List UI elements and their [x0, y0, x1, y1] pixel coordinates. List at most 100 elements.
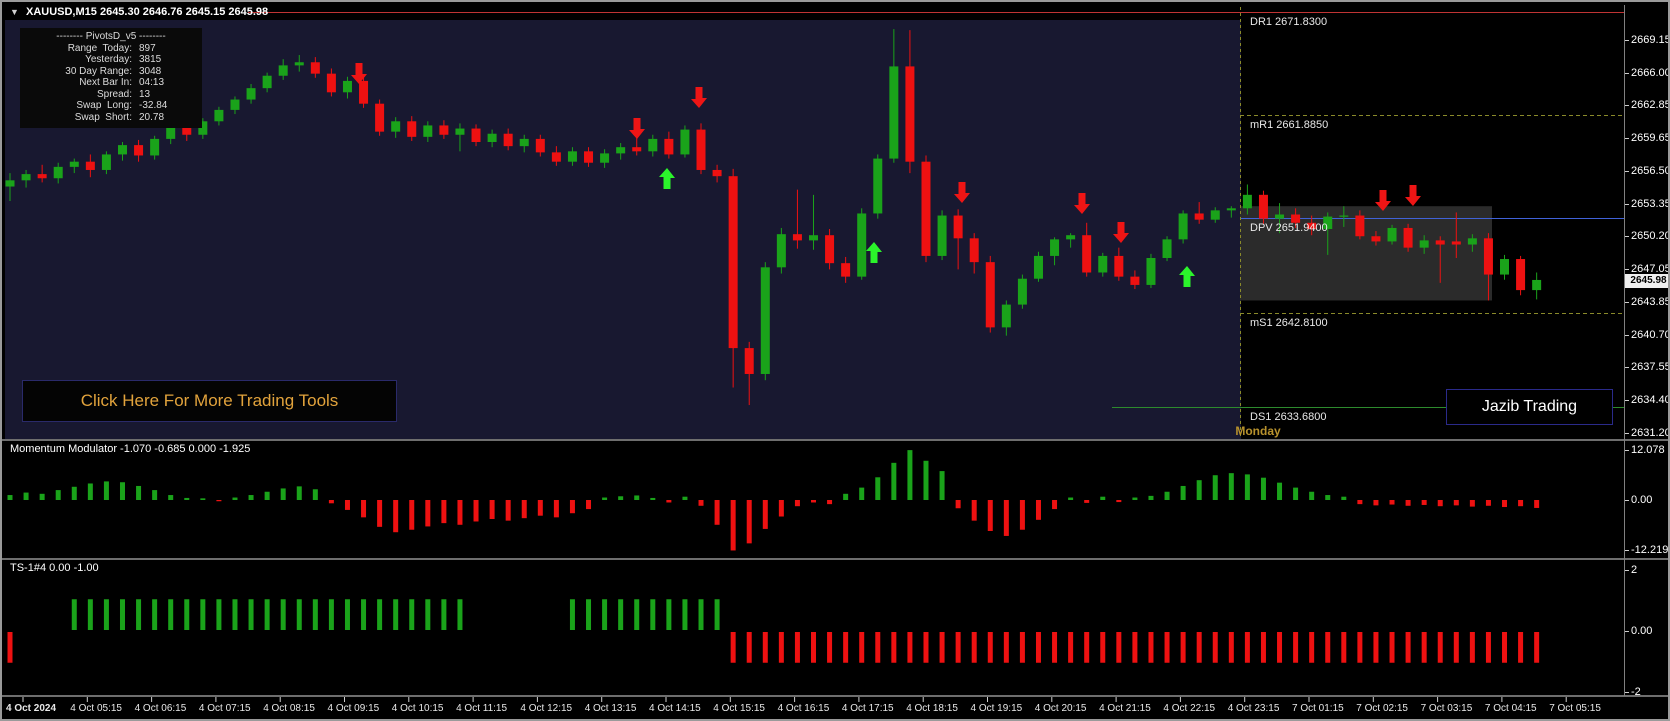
- time-label[interactable]: 4 Oct 09:15: [328, 703, 380, 714]
- momentum-bar: [1502, 500, 1508, 508]
- pivot-label-mr1: mR1 2661.8850: [1250, 118, 1329, 131]
- price-tick-label: 2650.20: [1631, 230, 1670, 242]
- candle-body: [69, 161, 79, 167]
- candle-body: [953, 215, 963, 239]
- price-tick-label: 2659.65: [1631, 132, 1670, 144]
- momentum-bar: [136, 485, 142, 500]
- ts-bar: [1068, 632, 1074, 663]
- symbol-dropdown-icon[interactable]: ▼: [10, 7, 19, 17]
- candle-body: [985, 262, 995, 328]
- time-label[interactable]: 7 Oct 03:15: [1421, 703, 1473, 714]
- time-label[interactable]: 7 Oct 05:15: [1549, 703, 1601, 714]
- trading-tools-banner[interactable]: Click Here For More Trading Tools: [22, 380, 397, 422]
- momentum-bar: [280, 488, 286, 500]
- chart-canvas[interactable]: [2, 2, 1670, 721]
- pane-separator[interactable]: [2, 439, 1668, 441]
- time-label[interactable]: 4 Oct 07:15: [199, 703, 251, 714]
- momentum-bar: [344, 500, 350, 510]
- pivots-panel-title: -------- PivotsD_v5 --------: [56, 31, 166, 42]
- ohlc-values: 2645.30 2646.76 2645.15 2645.98: [99, 6, 269, 18]
- time-label[interactable]: 4 Oct 13:15: [585, 703, 637, 714]
- momentum-bar: [1357, 500, 1363, 505]
- candle-body: [873, 158, 883, 214]
- ts-bar: [1293, 632, 1299, 663]
- momentum-bar: [682, 496, 688, 500]
- pivots-panel-row: 30 Day Range: 3048: [20, 66, 202, 78]
- sell-arrow-icon: [351, 63, 367, 84]
- momentum-bar: [1052, 500, 1058, 510]
- ts-bar: [827, 632, 833, 663]
- candle-body: [1258, 194, 1268, 219]
- candle-body: [1017, 278, 1027, 305]
- ts-bar: [1405, 632, 1411, 663]
- time-label[interactable]: 4 Oct 12:15: [520, 703, 572, 714]
- ts-bar: [409, 599, 415, 630]
- time-label[interactable]: 4 Oct 2024: [6, 703, 56, 714]
- momentum-bar: [473, 500, 479, 522]
- ts-bar: [1325, 632, 1331, 663]
- ts-bar: [1437, 632, 1443, 663]
- price-axis-border: [1624, 5, 1625, 696]
- time-label[interactable]: 4 Oct 18:15: [906, 703, 958, 714]
- momentum-bar: [1518, 500, 1524, 507]
- mt4-chart-window: ▼ XAUUSD,M15 2645.30 2646.76 2645.15 264…: [0, 0, 1670, 721]
- momentum-bar: [1228, 473, 1234, 500]
- pivot-label-ds1: DS1 2633.6800: [1250, 410, 1327, 423]
- ts-bar: [1035, 632, 1041, 663]
- time-label[interactable]: 7 Oct 02:15: [1356, 703, 1408, 714]
- momentum-bar: [425, 500, 431, 527]
- symbol-period-label: XAUUSD,M15: [25, 6, 97, 18]
- candle-body: [1371, 236, 1381, 242]
- ts-bar: [393, 599, 399, 630]
- momentum-bar: [1084, 500, 1090, 503]
- price-tick-label: 2643.85: [1631, 296, 1670, 308]
- momentum-bar: [1325, 495, 1331, 500]
- time-label[interactable]: 4 Oct 06:15: [135, 703, 187, 714]
- ts-bar: [216, 599, 222, 630]
- candle-body: [1483, 238, 1493, 275]
- ts-bar: [778, 632, 784, 663]
- candle-body: [310, 62, 320, 74]
- ts-bar: [1373, 632, 1379, 663]
- time-label[interactable]: 7 Oct 01:15: [1292, 703, 1344, 714]
- momentum-bar: [586, 500, 592, 510]
- candle-body: [1114, 255, 1124, 277]
- time-label[interactable]: 4 Oct 17:15: [842, 703, 894, 714]
- time-label[interactable]: 4 Oct 11:15: [456, 703, 507, 714]
- time-label[interactable]: 4 Oct 21:15: [1099, 703, 1151, 714]
- time-label[interactable]: 4 Oct 20:15: [1035, 703, 1087, 714]
- time-label[interactable]: 4 Oct 22:15: [1163, 703, 1215, 714]
- candle-body: [825, 235, 835, 264]
- time-label[interactable]: 4 Oct 16:15: [778, 703, 830, 714]
- ts-bar: [71, 599, 77, 630]
- candle-body: [551, 152, 561, 162]
- ts-bar: [569, 599, 575, 630]
- time-label[interactable]: 4 Oct 05:15: [70, 703, 122, 714]
- time-label[interactable]: 4 Oct 15:15: [713, 703, 765, 714]
- ts-bar: [730, 632, 736, 663]
- momentum-bar: [489, 500, 495, 519]
- price-tick-label: 2634.40: [1631, 394, 1670, 406]
- time-label[interactable]: 7 Oct 04:15: [1485, 703, 1537, 714]
- time-label[interactable]: 4 Oct 08:15: [263, 703, 315, 714]
- pane-separator[interactable]: [2, 558, 1668, 560]
- price-tick-label: 2666.00: [1631, 67, 1670, 79]
- candle-body: [214, 109, 224, 122]
- candle-body: [535, 138, 545, 153]
- momentum-bar: [1293, 487, 1299, 500]
- time-label[interactable]: 4 Oct 23:15: [1228, 703, 1280, 714]
- ts-bar: [1084, 632, 1090, 663]
- time-label[interactable]: 4 Oct 10:15: [392, 703, 444, 714]
- momentum-bar: [618, 496, 624, 500]
- pivots-row-value: 3048: [139, 65, 162, 77]
- time-label[interactable]: 4 Oct 14:15: [649, 703, 701, 714]
- candle-body: [21, 174, 31, 181]
- momentum-bar: [843, 493, 849, 500]
- candle-body: [150, 138, 160, 156]
- candle-body: [53, 166, 63, 179]
- time-label[interactable]: 4 Oct 19:15: [971, 703, 1023, 714]
- candle-body: [1387, 227, 1397, 242]
- candle-body: [696, 129, 706, 170]
- trading-tools-banner-label: Click Here For More Trading Tools: [80, 391, 339, 410]
- candle-body: [342, 80, 352, 93]
